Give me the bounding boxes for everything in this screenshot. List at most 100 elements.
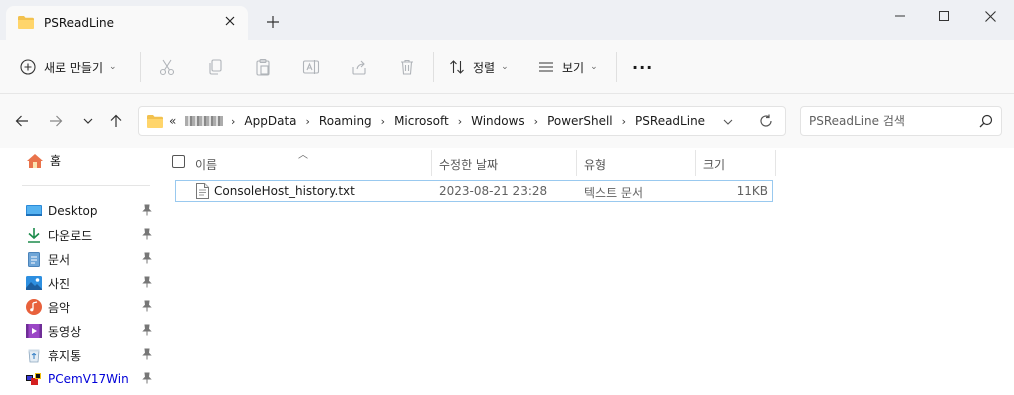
- breadcrumb-powershell[interactable]: PowerShell: [547, 114, 613, 128]
- new-button[interactable]: 새로 만들기 ⌄: [20, 54, 117, 80]
- sidebar-item-videos[interactable]: 동영상: [26, 320, 156, 342]
- view-button[interactable]: 보기 ⌄: [538, 54, 598, 80]
- back-button[interactable]: [12, 111, 32, 131]
- sidebar-item-label: 다운로드: [48, 228, 93, 243]
- more-options-button[interactable]: ···: [632, 54, 653, 80]
- refresh-icon: [760, 114, 772, 127]
- pin-icon[interactable]: [142, 348, 152, 363]
- sort-icon: [450, 60, 464, 74]
- table-row[interactable]: ConsoleHost_history.txt 2023-08-21 23:28…: [175, 180, 773, 202]
- up-button[interactable]: [106, 111, 126, 131]
- pin-icon[interactable]: [142, 252, 152, 267]
- sidebar-item-documents[interactable]: 문서: [26, 248, 156, 270]
- breadcrumb-appdata[interactable]: AppData: [244, 114, 296, 128]
- pin-icon[interactable]: [142, 276, 152, 291]
- breadcrumb-microsoft[interactable]: Microsoft: [394, 114, 449, 128]
- sidebar-item-label: 휴지통: [48, 348, 82, 363]
- address-row: « › AppData › Roaming › Microsoft › Wind…: [0, 94, 1014, 148]
- column-divider[interactable]: [431, 150, 432, 176]
- toolbar-divider: [433, 52, 434, 82]
- tab-psreadline[interactable]: PSReadLine: [6, 6, 248, 42]
- search-icon[interactable]: [979, 114, 993, 131]
- chevron-right-icon[interactable]: ›: [534, 115, 538, 128]
- share-button[interactable]: [349, 57, 369, 77]
- chevron-down-icon: ⌄: [109, 62, 117, 72]
- rename-icon: [302, 60, 320, 74]
- chevron-right-icon[interactable]: ›: [381, 115, 385, 128]
- more-icon: ···: [632, 57, 654, 77]
- breadcrumb-roaming[interactable]: Roaming: [319, 114, 372, 128]
- pin-icon[interactable]: [142, 204, 152, 219]
- tab-close-button[interactable]: [220, 12, 240, 32]
- arrow-up-icon: [110, 114, 122, 127]
- sidebar-item-desktop[interactable]: Desktop: [26, 200, 156, 222]
- maximize-button[interactable]: [926, 4, 962, 28]
- home-icon: [27, 153, 43, 168]
- copy-button[interactable]: [205, 57, 225, 77]
- column-name-label: 이름: [195, 157, 218, 172]
- toolbar-divider: [140, 52, 141, 82]
- chevron-right-icon[interactable]: ›: [622, 115, 626, 128]
- breadcrumb-psreadline[interactable]: PSReadLine: [635, 114, 705, 128]
- sidebar-item-pictures[interactable]: 사진: [26, 272, 156, 294]
- window-close-button[interactable]: [972, 4, 1008, 28]
- search-box[interactable]: [800, 106, 1002, 136]
- forward-button[interactable]: [46, 111, 66, 131]
- column-header-modified[interactable]: 수정한 날짜: [439, 152, 498, 176]
- cut-button[interactable]: [157, 57, 177, 77]
- sidebar-item-label: PCemV17Win: [48, 372, 129, 386]
- sidebar-item-recycle-bin[interactable]: 휴지통: [26, 344, 156, 366]
- sidebar-divider: [22, 185, 150, 186]
- sidebar-item-music[interactable]: 음악: [26, 296, 156, 318]
- column-header-size[interactable]: 크기: [703, 152, 725, 176]
- sidebar-item-downloads[interactable]: 다운로드: [26, 224, 156, 246]
- column-divider[interactable]: [775, 150, 776, 176]
- sort-button[interactable]: 정렬 ⌄: [449, 54, 509, 80]
- sidebar-item-label: Desktop: [48, 204, 98, 218]
- download-icon: [26, 227, 42, 243]
- breadcrumb-windows[interactable]: Windows: [471, 114, 525, 128]
- address-history-button[interactable]: [723, 114, 733, 130]
- recent-locations-button[interactable]: [78, 111, 98, 131]
- sidebar-item-home[interactable]: 홈: [26, 152, 61, 169]
- delete-button[interactable]: [397, 57, 417, 77]
- pin-icon[interactable]: [142, 300, 152, 315]
- text-file-icon: [196, 183, 209, 199]
- rename-button[interactable]: [301, 57, 321, 77]
- redacted-username[interactable]: [185, 116, 223, 126]
- file-type: 텍스트 문서: [584, 186, 644, 200]
- navigation-pane: 홈 Desktop 다운로드 문서 사진 음악 동영상 휴지통 PCemV17W…: [0, 148, 160, 395]
- pin-icon[interactable]: [142, 372, 152, 387]
- folder-icon: [18, 16, 34, 29]
- new-tab-button[interactable]: [262, 12, 284, 34]
- paste-button[interactable]: [253, 57, 273, 77]
- column-divider[interactable]: [695, 150, 696, 176]
- overflow-breadcrumb[interactable]: «: [169, 114, 176, 128]
- app-folder-icon: [26, 371, 42, 387]
- file-name: ConsoleHost_history.txt: [214, 184, 355, 198]
- minimize-button[interactable]: [882, 4, 918, 28]
- sidebar-item-pcemv17win[interactable]: PCemV17Win: [26, 368, 156, 390]
- sidebar-item-label: 문서: [48, 252, 71, 267]
- minimize-icon: [895, 15, 905, 17]
- plus-circle-icon: [20, 59, 36, 75]
- pin-icon[interactable]: [142, 228, 152, 243]
- recycle-bin-icon: [26, 347, 42, 363]
- music-icon: [26, 299, 42, 315]
- command-bar: 새로 만들기 ⌄ 정렬 ⌄ 보기 ⌄ ···: [0, 40, 1014, 94]
- refresh-button[interactable]: [759, 114, 773, 131]
- address-bar[interactable]: « › AppData › Roaming › Microsoft › Wind…: [138, 106, 786, 136]
- chevron-down-icon: ⌄: [501, 62, 509, 72]
- search-input[interactable]: [809, 113, 969, 129]
- column-header-type[interactable]: 유형: [584, 152, 606, 176]
- column-header-name[interactable]: 이름: [195, 152, 217, 176]
- column-divider[interactable]: [576, 150, 577, 176]
- copy-icon: [209, 59, 222, 75]
- chevron-right-icon[interactable]: ›: [231, 115, 235, 128]
- select-all-checkbox[interactable]: [172, 155, 185, 168]
- pin-icon[interactable]: [142, 324, 152, 339]
- chevron-right-icon[interactable]: ›: [458, 115, 462, 128]
- column-type-label: 유형: [584, 157, 607, 172]
- folder-icon: [147, 115, 163, 128]
- chevron-right-icon[interactable]: ›: [306, 115, 310, 128]
